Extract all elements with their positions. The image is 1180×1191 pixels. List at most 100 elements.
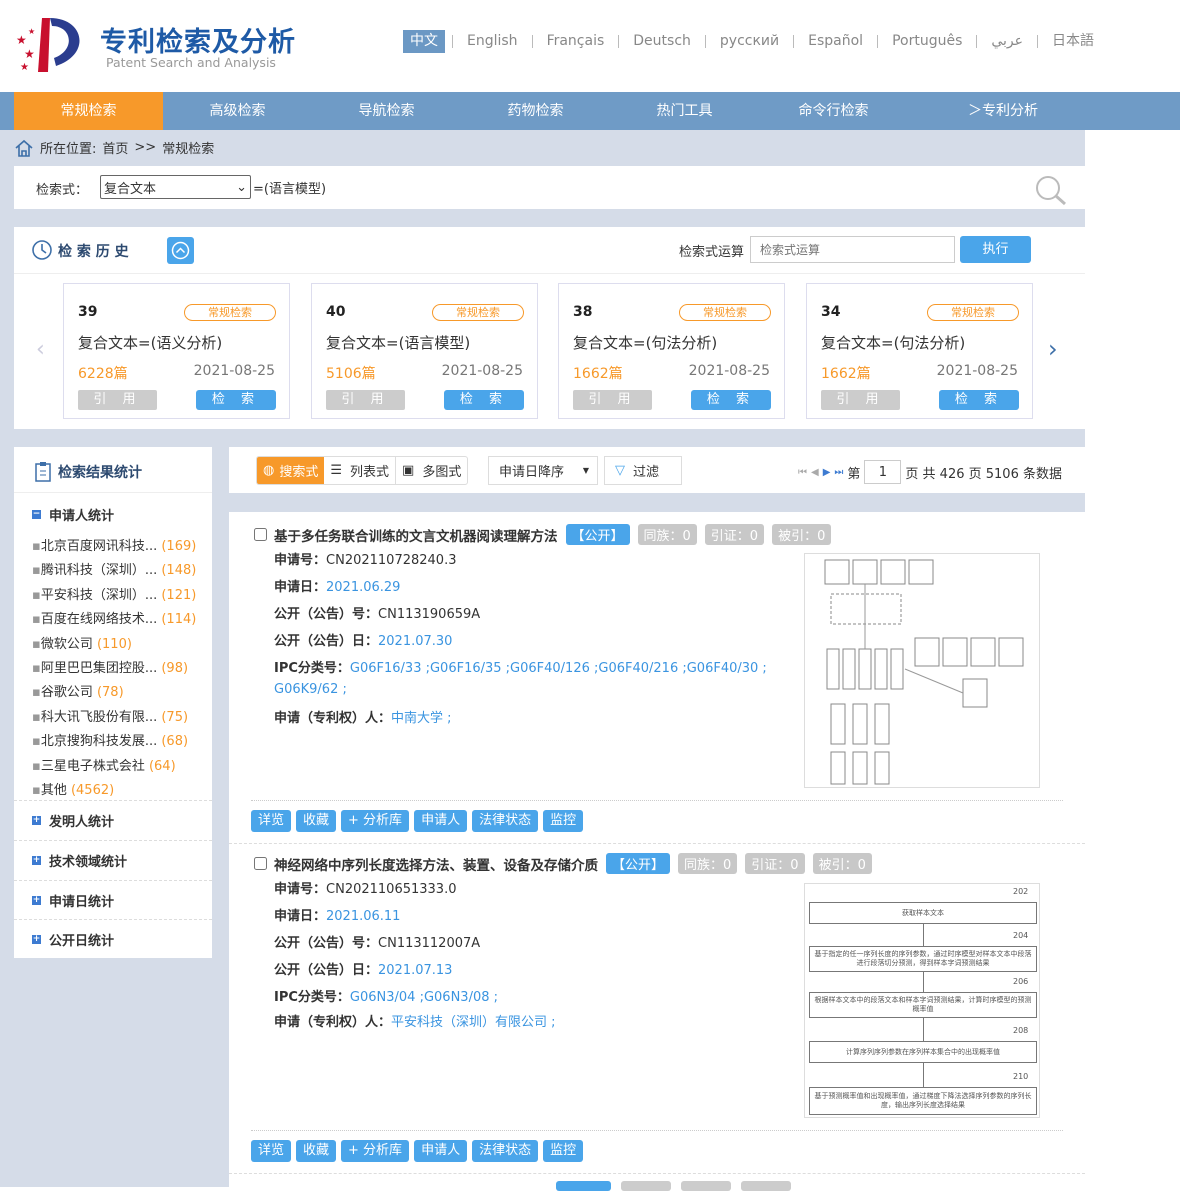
rerun-search-button[interactable]: 检 索 bbox=[691, 390, 771, 410]
action-button[interactable]: 法律状态 bbox=[472, 1140, 539, 1162]
applicant-stat-item[interactable]: ▪北京百度网讯科技... (169) bbox=[32, 535, 196, 554]
applicant-stat-item[interactable]: ▪百度在线网络技术... (114) bbox=[32, 608, 196, 627]
history-query[interactable]: 复合文本=(句法分析) bbox=[573, 332, 717, 353]
patent-drawing[interactable] bbox=[804, 553, 1040, 788]
lang-ru[interactable]: русский bbox=[713, 30, 786, 53]
view-multi-image[interactable]: ▣ 多图式 bbox=[396, 457, 467, 484]
action-button[interactable]: 监控 bbox=[543, 810, 584, 832]
action-button[interactable]: 法律状态 bbox=[472, 810, 539, 832]
filter-icon: ▽ bbox=[615, 463, 625, 478]
last-page-icon[interactable]: ⏭ bbox=[834, 467, 843, 478]
next-page-icon[interactable]: ▶ bbox=[823, 467, 831, 478]
lang-ja[interactable]: 日本語 bbox=[1045, 30, 1101, 53]
cites-badge[interactable]: 引证：0 bbox=[704, 524, 765, 545]
history-next-arrow[interactable]: › bbox=[1048, 335, 1058, 363]
action-button[interactable]: + 分析库 bbox=[341, 810, 410, 832]
field-pub_date: 公开（公告）日：2021.07.13 bbox=[274, 963, 453, 978]
history-query[interactable]: 复合文本=(语言模型) bbox=[326, 332, 470, 353]
tab-patent-analysis[interactable]: ＞专利分析 bbox=[908, 92, 1098, 130]
page-input[interactable]: 1 bbox=[864, 460, 902, 484]
tab-navigation-search[interactable]: 导航检索 bbox=[312, 92, 461, 130]
execute-button[interactable]: 执行 bbox=[960, 236, 1031, 263]
lang-ar[interactable]: عربي bbox=[984, 30, 1030, 53]
chevron-down-icon: ⌄ bbox=[236, 179, 247, 195]
tech-field-stats-toggle[interactable]: + 技术领域统计 bbox=[14, 840, 212, 880]
family-badge[interactable]: 同族：0 bbox=[678, 853, 738, 874]
result-checkbox[interactable] bbox=[254, 528, 267, 541]
result-checkbox[interactable] bbox=[254, 857, 267, 870]
rerun-search-button[interactable]: 检 索 bbox=[196, 390, 276, 410]
lang-de[interactable]: Deutsch bbox=[626, 30, 698, 53]
tab-command-search[interactable]: 命令行检索 bbox=[759, 92, 908, 130]
field-app_no: 申请号：CN202110728240.3 bbox=[274, 553, 457, 568]
applicant-stat-item[interactable]: ▪三星电子株式会社 (64) bbox=[32, 755, 176, 774]
applicant-stat-item[interactable]: ▪北京搜狗科技发展... (68) bbox=[32, 730, 188, 749]
cited-badge[interactable]: 被引：0 bbox=[812, 853, 872, 874]
applicant-stat-item[interactable]: ▪微软公司 (110) bbox=[32, 633, 132, 652]
search-field-select[interactable]: 复合文本 ⌄ bbox=[100, 175, 251, 199]
svg-text:★: ★ bbox=[28, 27, 35, 36]
language-switcher: 中文 English Français Deutsch русский Espa… bbox=[403, 30, 1101, 53]
action-button[interactable]: 监控 bbox=[543, 1140, 584, 1162]
svg-text:★: ★ bbox=[20, 62, 29, 72]
rerun-search-button[interactable]: 检 索 bbox=[444, 390, 524, 410]
cite-button[interactable]: 引 用 bbox=[821, 390, 900, 410]
applicant-stat-item[interactable]: ▪谷歌公司 (78) bbox=[32, 681, 124, 700]
history-query[interactable]: 复合文本=(语义分析) bbox=[78, 332, 222, 353]
rerun-search-button[interactable]: 检 索 bbox=[939, 390, 1019, 410]
app-date-stats-toggle[interactable]: + 申请日统计 bbox=[14, 880, 212, 920]
applicant-stat-item[interactable]: ▪腾讯科技（深圳）... (148) bbox=[32, 559, 196, 578]
svg-text:★: ★ bbox=[24, 47, 35, 61]
history-prev-arrow[interactable]: ‹ bbox=[36, 337, 45, 362]
view-list[interactable]: ☰ 列表式 bbox=[324, 457, 397, 484]
tab-advanced-search[interactable]: 高级检索 bbox=[163, 92, 312, 130]
tab-hot-tools[interactable]: 热门工具 bbox=[610, 92, 759, 130]
search-type-tag: 常规检索 bbox=[184, 304, 276, 321]
cite-button[interactable]: 引 用 bbox=[326, 390, 405, 410]
cite-button[interactable]: 引 用 bbox=[573, 390, 652, 410]
first-page-icon[interactable]: ⏮ bbox=[798, 467, 807, 478]
expression-input[interactable] bbox=[750, 236, 955, 263]
cite-button[interactable]: 引 用 bbox=[78, 390, 157, 410]
inventor-stats-toggle[interactable]: + 发明人统计 bbox=[14, 800, 212, 840]
cites-badge[interactable]: 引证：0 bbox=[745, 853, 805, 874]
cited-badge[interactable]: 被引：0 bbox=[772, 524, 832, 545]
pub-date-stats-toggle[interactable]: + 公开日统计 bbox=[14, 919, 212, 959]
applicant-stats-toggle[interactable]: − 申请人统计 bbox=[32, 505, 114, 524]
history-query[interactable]: 复合文本=(句法分析) bbox=[821, 332, 965, 353]
action-button[interactable]: 详览 bbox=[251, 810, 292, 832]
lang-fr[interactable]: Français bbox=[540, 30, 612, 53]
view-search-style[interactable]: ◍ 搜索式 bbox=[257, 457, 325, 484]
result-title[interactable]: 神经网络中序列长度选择方法、装置、设备及存储介质 bbox=[274, 854, 598, 874]
tab-basic-search[interactable]: 常规检索 bbox=[14, 92, 163, 130]
result-title[interactable]: 基于多任务联合训练的文言文机器阅读理解方法 bbox=[274, 525, 558, 545]
action-button[interactable]: 申请人 bbox=[414, 1140, 468, 1162]
filter-button[interactable]: ▽ 过滤 bbox=[604, 456, 682, 485]
history-card: 39 常规检索 复合文本=(语义分析) 6228篇 2021-08-25 引 用 检… bbox=[63, 283, 290, 419]
breadcrumb-home[interactable]: 首页 bbox=[102, 138, 128, 157]
history-card: 34 常规检索 复合文本=(句法分析) 1662篇 2021-08-25 引 用 检… bbox=[806, 283, 1033, 419]
action-button[interactable]: 申请人 bbox=[414, 810, 468, 832]
breadcrumb-current: 常规检索 bbox=[162, 142, 215, 157]
applicant-stat-item[interactable]: ▪阿里巴巴集团控股... (98) bbox=[32, 657, 188, 676]
applicant-stat-item[interactable]: ▪科大讯飞股份有限... (75) bbox=[32, 706, 188, 725]
lang-zh[interactable]: 中文 bbox=[403, 30, 445, 53]
tab-drug-search[interactable]: 药物检索 bbox=[461, 92, 610, 130]
applicant-stat-item[interactable]: ▪平安科技（深圳）... (121) bbox=[32, 584, 196, 603]
patent-drawing[interactable]: 202 获取样本文本 204 基于指定的任一序列长度的序列参数，通过时序模型对样本文本… bbox=[804, 883, 1040, 1118]
family-badge[interactable]: 同族：0 bbox=[637, 524, 697, 545]
result-actions: 详览 收藏 + 分析库 申请人 法律状态 监控 bbox=[251, 1140, 584, 1162]
lang-es[interactable]: Español bbox=[801, 30, 870, 53]
action-button[interactable]: 收藏 bbox=[296, 810, 337, 832]
action-button[interactable]: 收藏 bbox=[296, 1140, 337, 1162]
prev-page-icon[interactable]: ◀ bbox=[811, 467, 819, 478]
action-button[interactable]: 详览 bbox=[251, 1140, 292, 1162]
sort-select[interactable]: 申请日降序 ▼ bbox=[488, 456, 598, 485]
main-nav: 常规检索 高级检索 导航检索 药物检索 热门工具 命令行检索 ＞专利分析 bbox=[0, 92, 1180, 130]
lang-pt[interactable]: Português bbox=[885, 30, 969, 53]
collapse-history-button[interactable] bbox=[167, 237, 194, 264]
lang-en[interactable]: English bbox=[460, 30, 525, 53]
applicant-stat-item[interactable]: ▪其他 (4562) bbox=[32, 779, 114, 798]
search-icon[interactable] bbox=[1034, 174, 1068, 206]
action-button[interactable]: + 分析库 bbox=[341, 1140, 410, 1162]
